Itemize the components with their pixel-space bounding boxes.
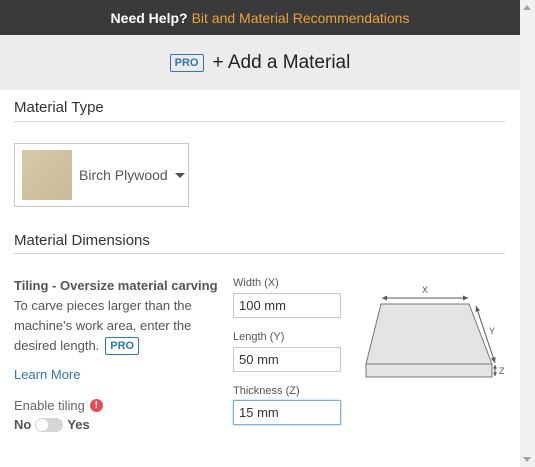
material-front-face [365,363,493,378]
toggle-no-label: No [14,417,32,432]
chevron-down-icon [174,172,185,178]
help-question: Need Help? [110,9,188,26]
warning-icon: ! [89,399,103,412]
material-type-dropdown[interactable]: Birch Plywood [14,143,189,207]
x-axis-label: X [422,285,428,295]
material-swatch [22,150,72,200]
dialog-header: PRO + Add a Material [0,35,520,90]
toggle-yes-label: Yes [67,417,90,432]
x-arrow-right-icon [463,295,468,301]
enable-tiling-toggle[interactable] [35,417,64,432]
scroll-down-arrow-icon[interactable] [523,457,531,462]
enable-tiling-text: Enable tiling [14,398,85,413]
scrollbar[interactable] [520,0,535,467]
material-top-face [365,303,493,365]
dimensions-diagram: X Y Z [365,285,505,378]
enable-tiling-label: Enable tiling ! [14,398,103,413]
help-bar: Need Help? Bit and Material Recommendati… [0,0,520,35]
thickness-input[interactable] [233,400,341,425]
x-arrow-left-icon [382,295,387,301]
scroll-up-arrow-icon[interactable] [523,5,531,10]
divider [14,121,505,122]
tiling-description: To carve pieces larger than the machine'… [14,296,224,356]
recommendations-link[interactable]: Bit and Material Recommendations [192,10,410,26]
material-dimensions-heading: Material Dimensions [14,232,150,249]
pro-badge: PRO [169,53,204,72]
y-axis-label: Y [489,326,495,336]
width-input[interactable] [233,293,341,318]
z-arrow-top-icon [493,365,497,369]
tiling-description-text: To carve pieces larger than the machine'… [14,298,192,353]
divider [14,253,505,254]
width-label: Width (X) [233,277,279,289]
learn-more-link[interactable]: Learn More [14,367,80,382]
length-input[interactable] [233,347,341,372]
z-arrow-bottom-icon [493,372,497,376]
z-axis-label: Z [499,366,505,376]
material-type-heading: Material Type [14,99,104,116]
tiling-title: Tiling - Oversize material carving [14,278,218,293]
length-label: Length (Y) [233,331,285,343]
pro-badge: PRO [105,337,140,355]
material-name: Birch Plywood [79,167,168,183]
dialog-title: + Add a Material [212,51,351,73]
thickness-label: Thickness (Z) [233,385,300,397]
y-arrow-top-icon [475,306,480,312]
tiling-toggle-row: No Yes [14,417,90,432]
toggle-knob [36,418,49,431]
